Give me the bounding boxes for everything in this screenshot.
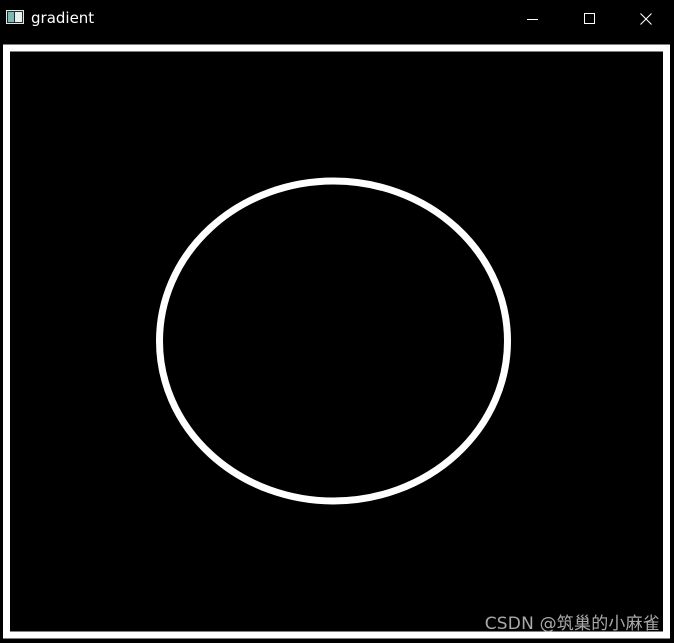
image-window: gradient CSDN @筑巢的小麻雀: [0, 0, 674, 643]
gradient-image: [0, 37, 674, 643]
window-title: gradient: [31, 9, 95, 27]
close-icon: [640, 12, 652, 25]
minimize-icon: [527, 18, 538, 20]
csdn-watermark: CSDN @筑巢的小麻雀: [484, 614, 660, 634]
maximize-button[interactable]: [561, 0, 619, 37]
image-background: [0, 37, 674, 643]
image-canvas: [0, 37, 674, 643]
title-bar[interactable]: gradient: [0, 0, 674, 37]
maximize-icon: [584, 12, 595, 24]
close-button[interactable]: [618, 0, 674, 37]
opencv-window-icon: [6, 10, 24, 24]
minimize-button[interactable]: [504, 0, 562, 37]
